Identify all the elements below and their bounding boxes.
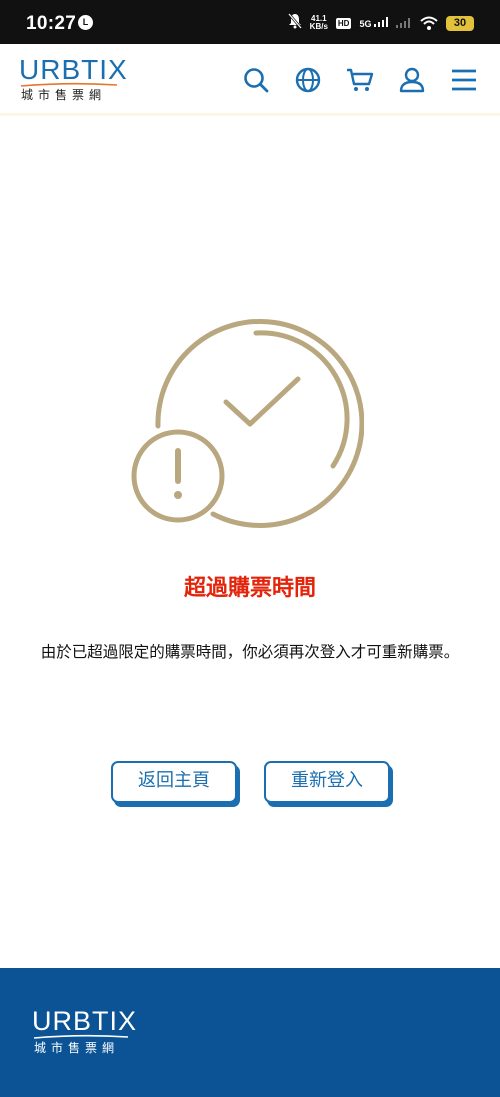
return-home-button[interactable]: 返回主頁 [111,761,237,803]
wifi-icon [420,16,438,30]
site-footer: URBTIX 城市售票網 [0,968,500,1097]
page-title: 超過購票時間 [183,576,316,601]
logo-subtext: 城市售票網 [21,88,107,102]
urbtix-logo[interactable]: URBTIX 城市售票網 [19,54,129,110]
signal-weak-icon [396,18,410,28]
mute-bell-icon [287,13,302,33]
globe-icon[interactable] [292,64,324,96]
net-speed-unit: KB/s [309,22,328,31]
battery-icon: 30 [446,15,474,31]
search-icon[interactable] [240,64,272,96]
network-type: 5G [359,17,388,29]
status-time: 10:27 [26,13,77,34]
user-icon[interactable] [396,64,428,96]
footer-urbtix-logo[interactable]: URBTIX 城市售票網 [32,1006,142,1062]
net-speed: 41.1 KB/s [310,15,328,31]
cart-icon[interactable] [344,64,376,96]
footer-logo-subtext: 城市售票網 [34,1041,120,1055]
signal-icon [374,17,388,27]
timeout-message: 由於已超過限定的購票時間，你必須再次登入才可重新購票。 [40,643,460,661]
menu-icon[interactable] [448,64,480,96]
relogin-button[interactable]: 重新登入 [264,761,390,803]
header-nav [240,64,480,96]
status-icons: 41.1 KB/s HD 5G 30 [287,12,474,34]
clock-timeout-warning-icon [128,306,365,530]
site-header: URBTIX 城市售票網 [0,44,500,116]
hd-badge: HD [335,17,352,29]
footer-logo-text: URBTIX [32,1006,138,1036]
network-type-label: 5G [359,19,372,29]
status-l-icon: L [78,15,93,30]
status-bar: 10:27 L 41.1 KB/s HD 5G 30 [0,0,500,44]
